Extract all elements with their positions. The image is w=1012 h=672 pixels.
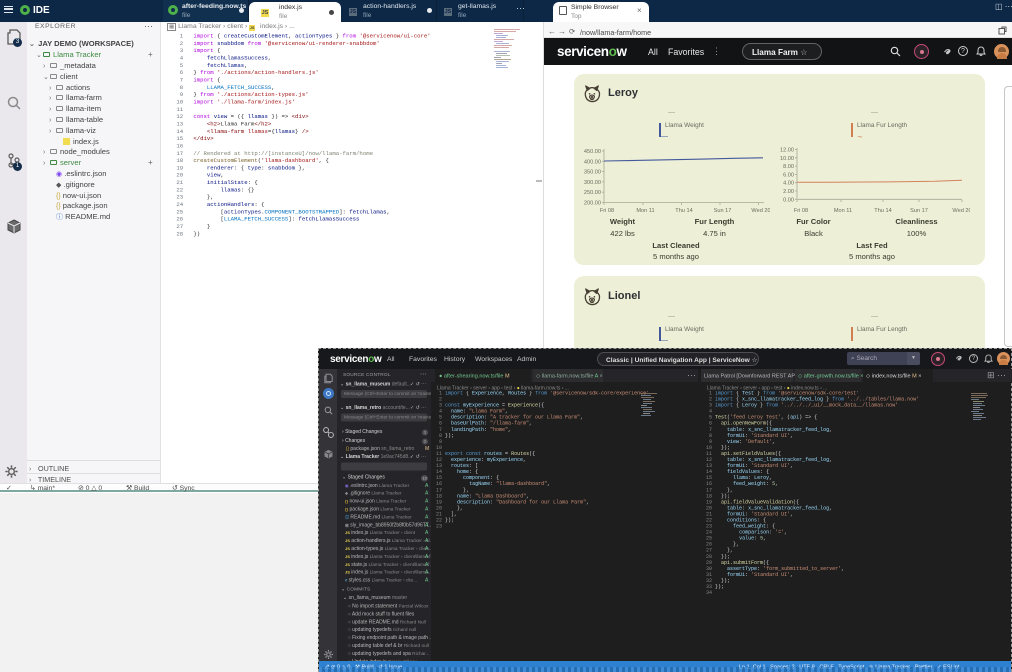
svg-text:Wed 20: Wed 20 (952, 208, 970, 214)
svg-text:Mon 11: Mon 11 (636, 208, 654, 214)
svg-text:Thu 14: Thu 14 (874, 208, 891, 214)
svg-text:350.00: 350.00 (584, 170, 601, 176)
svg-text:Fri 08: Fri 08 (600, 208, 614, 214)
svg-text:200.00: 200.00 (584, 201, 601, 207)
svg-text:8.00: 8.00 (783, 164, 794, 170)
svg-text:2.00: 2.00 (783, 189, 794, 195)
svg-text:6.00: 6.00 (783, 172, 794, 178)
svg-text:300.00: 300.00 (584, 180, 601, 186)
svg-text:250.00: 250.00 (584, 190, 601, 196)
svg-text:Wed 20: Wed 20 (751, 208, 770, 214)
svg-text:Thu 14: Thu 14 (675, 208, 692, 214)
svg-text:450.00: 450.00 (584, 149, 601, 155)
svg-text:0.00: 0.00 (783, 197, 794, 203)
svg-text:Fri 08: Fri 08 (794, 208, 808, 214)
svg-text:10.00: 10.00 (780, 156, 794, 162)
svg-text:Sun 17: Sun 17 (910, 208, 928, 214)
svg-text:12.00: 12.00 (780, 148, 794, 154)
svg-text:400.00: 400.00 (584, 159, 601, 165)
svg-text:Mon 11: Mon 11 (834, 208, 852, 214)
svg-text:Sun 17: Sun 17 (714, 208, 732, 214)
svg-text:4.00: 4.00 (783, 181, 794, 187)
